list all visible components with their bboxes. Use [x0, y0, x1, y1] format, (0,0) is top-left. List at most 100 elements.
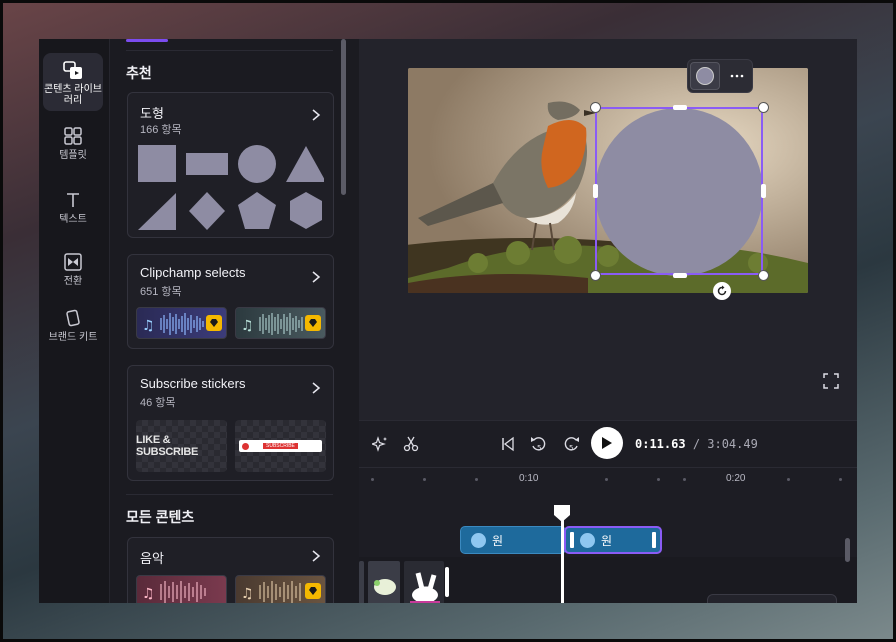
- text-icon: [62, 189, 84, 211]
- card-count: 651 항목: [140, 286, 182, 298]
- resize-handle-tl[interactable]: [590, 102, 601, 113]
- panel-scrollbar[interactable]: [341, 39, 346, 195]
- rail-item-text[interactable]: 텍스트: [43, 189, 103, 225]
- ruler-tick: [605, 478, 608, 481]
- rail-item-templates[interactable]: 템플릿: [43, 125, 103, 161]
- premium-badge-icon: [305, 583, 321, 599]
- card-music[interactable]: 음악 ♫ ♫: [127, 537, 334, 603]
- split-button[interactable]: [400, 433, 422, 455]
- fill-color-button[interactable]: [690, 62, 720, 90]
- premium-badge-icon: [206, 315, 222, 331]
- rail-item-brand-kit[interactable]: 브랜드 키트: [43, 307, 103, 343]
- clipchamp-editor: 콘텐츠 라이브러리 템플릿 텍스트 전환 브랜드 키트 추천 도형 166 항목…: [39, 39, 857, 603]
- track-trim-handle[interactable]: [445, 567, 449, 597]
- premium-badge-icon: [305, 315, 321, 331]
- more-options-button[interactable]: [726, 65, 748, 87]
- timeline-clip-circle-selected[interactable]: 원: [564, 526, 662, 554]
- resize-handle-tr[interactable]: [758, 102, 769, 113]
- color-swatch-icon: [696, 67, 714, 85]
- rotate-icon: [717, 285, 727, 296]
- content-library-icon: [62, 59, 84, 81]
- audio-tile[interactable]: ♫: [136, 307, 227, 339]
- floating-toolbar: [687, 59, 753, 93]
- ruler-tick: [423, 478, 426, 481]
- svg-text:♫: ♫: [241, 318, 254, 334]
- resize-handle-bl[interactable]: [590, 270, 601, 281]
- resize-handle-br[interactable]: [758, 270, 769, 281]
- trim-handle-left[interactable]: [570, 532, 574, 548]
- rail-item-transitions[interactable]: 전환: [43, 251, 103, 287]
- svg-text:5: 5: [537, 444, 541, 452]
- rotate-handle[interactable]: [713, 282, 731, 300]
- selection-box[interactable]: [595, 107, 763, 275]
- ruler-label: 0:20: [726, 473, 746, 484]
- card-clipchamp-selects[interactable]: Clipchamp selects 651 항목 ♫ ♫: [127, 254, 334, 349]
- video-stage[interactable]: [408, 68, 808, 293]
- record-icon: [242, 442, 249, 450]
- left-rail: 콘텐츠 라이브러리 템플릿 텍스트 전환 브랜드 키트: [39, 39, 109, 603]
- playhead-handle[interactable]: [552, 503, 572, 523]
- active-tab-indicator: [126, 39, 168, 42]
- clip-thumbnail[interactable]: [404, 561, 444, 603]
- forward-icon: 5: [564, 437, 579, 452]
- sparkle-icon: [372, 436, 387, 452]
- rail-item-content-library[interactable]: 콘텐츠 라이브러리: [43, 53, 103, 111]
- circle-icon: [471, 532, 486, 548]
- section-title-all-content: 모든 콘텐츠: [126, 509, 195, 525]
- audio-tile[interactable]: ♫: [235, 575, 326, 603]
- sticker-tile[interactable]: SUBSCRIBE: [235, 420, 326, 472]
- sticker-frame-icon: [374, 579, 396, 595]
- svg-text:♫: ♫: [142, 318, 155, 334]
- ruler-tick: [683, 478, 686, 481]
- forward-5s-button[interactable]: 5: [560, 433, 582, 455]
- skip-to-start-button[interactable]: [497, 433, 519, 455]
- sticker-frame-icon: [410, 572, 440, 603]
- chevron-right-icon: [312, 271, 321, 283]
- current-time: 0:11.63: [635, 437, 686, 451]
- divider: [126, 494, 333, 495]
- play-button[interactable]: [591, 427, 623, 459]
- resize-handle-left[interactable]: [593, 184, 598, 198]
- magic-edit-button[interactable]: [369, 433, 391, 455]
- preview-area: [359, 39, 857, 420]
- rewind-5s-button[interactable]: 5: [528, 433, 550, 455]
- clip-label: 원: [601, 533, 613, 548]
- clip-thumbnail[interactable]: [359, 561, 364, 603]
- time-ruler[interactable]: 0:10 0:20: [359, 467, 857, 489]
- card-count: 166 항목: [140, 124, 182, 136]
- more-dots-icon: [730, 74, 744, 78]
- rail-item-label: 브랜드 키트: [48, 332, 98, 343]
- svg-text:♫: ♫: [142, 586, 155, 602]
- card-shapes[interactable]: 도형 166 항목: [127, 92, 334, 238]
- chevron-right-icon: [312, 550, 321, 562]
- transitions-icon: [62, 251, 84, 273]
- ruler-tick: [475, 478, 478, 481]
- play-icon: [602, 437, 612, 449]
- brand-kit-icon: [62, 307, 84, 329]
- trim-handle-right[interactable]: [652, 532, 656, 548]
- ruler-tick: [787, 478, 790, 481]
- svg-text:♫: ♫: [241, 586, 254, 602]
- content-panel: 추천 도형 166 항목 Clipchamp selects 651 항목 ♫ …: [109, 39, 349, 603]
- timeline-clip-circle[interactable]: 원: [460, 526, 566, 554]
- waveform-icon: ♫: [142, 581, 206, 603]
- timecode: 0:11.63 / 3:04.49: [635, 437, 758, 451]
- clip-thumbnail[interactable]: [368, 561, 400, 603]
- timeline-v-scrollbar[interactable]: [845, 538, 850, 562]
- card-title: Subscribe stickers: [140, 376, 246, 391]
- card-subscribe-stickers[interactable]: Subscribe stickers 46 항목 LIKE & SUBSCRIB…: [127, 365, 334, 481]
- audio-tile[interactable]: ♫: [136, 575, 227, 603]
- clip-label: 원: [492, 533, 504, 548]
- resize-handle-top[interactable]: [673, 105, 687, 110]
- rail-item-label: 콘텐츠 라이브러리: [44, 84, 102, 106]
- audio-tile[interactable]: ♫: [235, 307, 326, 339]
- ruler-tick: [371, 478, 374, 481]
- resize-handle-bottom[interactable]: [673, 273, 687, 278]
- svg-text:5: 5: [569, 444, 573, 452]
- fullscreen-icon[interactable]: [823, 373, 839, 389]
- total-time: / 3:04.49: [692, 437, 758, 451]
- resize-handle-right[interactable]: [761, 184, 766, 198]
- playhead-line: [561, 511, 564, 603]
- sticker-tile[interactable]: LIKE & SUBSCRIBE: [136, 420, 227, 472]
- card-title: 도형: [140, 106, 164, 121]
